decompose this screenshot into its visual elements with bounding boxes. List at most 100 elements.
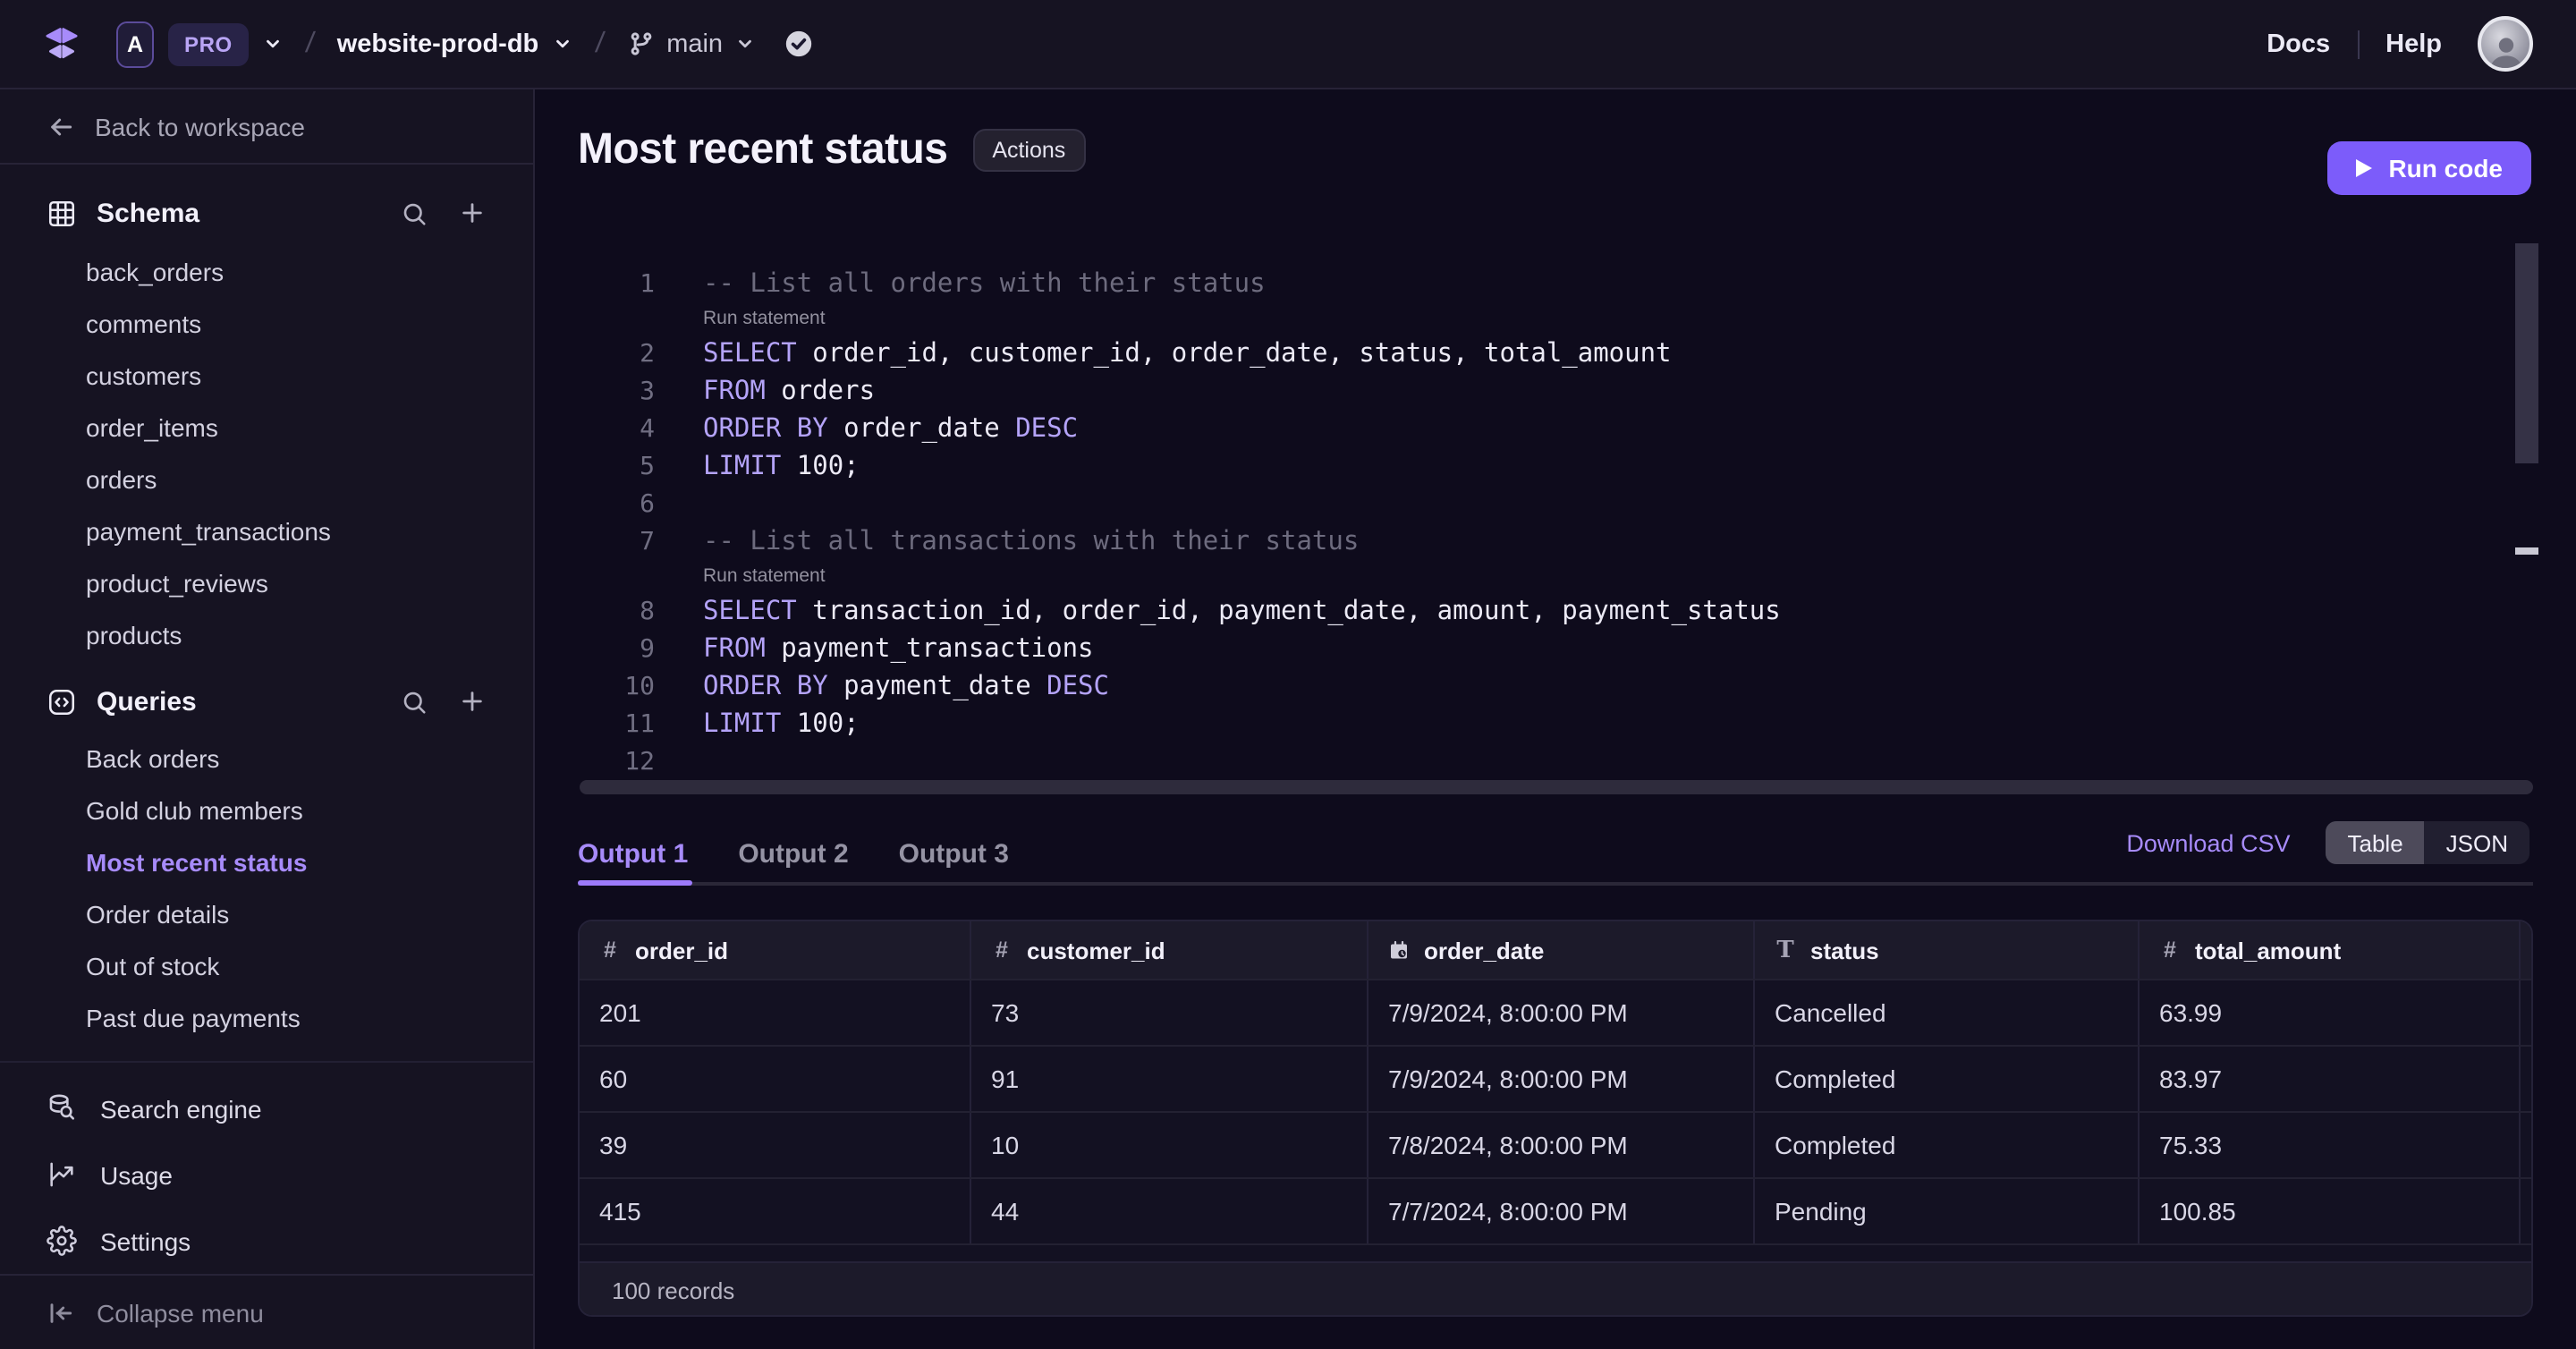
table-row[interactable]: 201 73 7/9/2024, 8:00:00 PM Cancelled 63.99: [580, 979, 2531, 1045]
top-bar: A PRO / website-prod-db / main Docs Help: [0, 0, 2576, 89]
table-cell[interactable]: 10: [970, 1113, 1367, 1177]
sidebar-table-orders[interactable]: orders: [0, 454, 533, 506]
sidebar-item-settings[interactable]: Settings: [0, 1208, 533, 1274]
table-row[interactable]: 39 10 7/8/2024, 8:00:00 PM Completed 75.33: [580, 1111, 2531, 1177]
tab-output-2[interactable]: Output 2: [738, 838, 848, 869]
run-code-button[interactable]: Run code: [2327, 141, 2531, 195]
sidebar-query-most-recent-status[interactable]: Most recent status: [0, 837, 533, 889]
table-cell[interactable]: Completed: [1753, 1113, 2138, 1177]
workspace-badge[interactable]: A: [116, 21, 154, 67]
table-cell[interactable]: Cancelled: [1753, 980, 2138, 1045]
table-cell[interactable]: 44: [970, 1179, 1367, 1243]
table-cell[interactable]: 73: [970, 980, 1367, 1045]
run-statement-label: Run statement: [703, 565, 826, 587]
sidebar-table-customers[interactable]: customers: [0, 351, 533, 403]
help-link[interactable]: Help: [2385, 30, 2442, 58]
tab-output-3[interactable]: Output 3: [899, 838, 1009, 869]
table-cell[interactable]: 39: [580, 1113, 970, 1177]
code-line[interactable]: 11 LIMIT 100;: [537, 705, 2529, 742]
sidebar-table-products[interactable]: products: [0, 610, 533, 662]
column-header-order-id[interactable]: # order_id: [580, 921, 970, 979]
schema-grid-icon: [48, 199, 75, 226]
branch-selector[interactable]: main: [627, 30, 755, 58]
sidebar-query-past-due-payments[interactable]: Past due payments: [0, 993, 533, 1045]
table-scroll-gutter: [2519, 980, 2531, 1045]
table-cell[interactable]: 7/9/2024, 8:00:00 PM: [1367, 980, 1753, 1045]
code-line[interactable]: 1 -- List all orders with their status: [537, 265, 2529, 302]
chevron-down-icon[interactable]: [263, 34, 283, 54]
results-table: # order_id # customer_id order_date Tstatus # t…: [578, 920, 2533, 1317]
line-number: 4: [640, 414, 655, 443]
column-header-order-date[interactable]: order_date: [1367, 921, 1753, 979]
table-cell[interactable]: 7/8/2024, 8:00:00 PM: [1367, 1113, 1753, 1177]
code-line[interactable]: 8 SELECT transaction_id, order_id, paymen…: [537, 592, 2529, 630]
code-line[interactable]: 12: [537, 742, 2529, 780]
table-cell[interactable]: Completed: [1753, 1047, 2138, 1111]
run-code-label: Run code: [2388, 154, 2503, 182]
sidebar-table-product-reviews[interactable]: product_reviews: [0, 558, 533, 610]
outerbase-logo-icon[interactable]: [43, 25, 80, 63]
column-header-status[interactable]: Tstatus: [1753, 921, 2138, 979]
editor-vertical-scrollbar[interactable]: [2514, 243, 2538, 463]
table-cell[interactable]: 201: [580, 980, 970, 1045]
table-cell[interactable]: Pending: [1753, 1179, 2138, 1243]
table-cell[interactable]: 7/7/2024, 8:00:00 PM: [1367, 1179, 1753, 1243]
code-line[interactable]: 5 LIMIT 100;: [537, 447, 2529, 485]
sidebar-table-payment-transactions[interactable]: payment_transactions: [0, 506, 533, 558]
docs-link[interactable]: Docs: [2267, 30, 2330, 58]
table-cell[interactable]: 63.99: [2138, 980, 2519, 1045]
code-line[interactable]: 4 ORDER BY order_date DESC: [537, 410, 2529, 447]
table-row[interactable]: 415 44 7/7/2024, 8:00:00 PM Pending 100.85: [580, 1177, 2531, 1243]
sidebar-query-gold-club-members[interactable]: Gold club members: [0, 785, 533, 837]
add-table-icon[interactable]: [458, 199, 487, 227]
view-toggle: Table JSON: [2326, 821, 2529, 864]
column-header-total-amount[interactable]: # total_amount: [2138, 921, 2519, 979]
sidebar-item-search-engine[interactable]: Search engine: [0, 1075, 533, 1141]
user-avatar[interactable]: [2478, 16, 2533, 72]
sidebar-query-order-details[interactable]: Order details: [0, 889, 533, 941]
sidebar-table-comments[interactable]: comments: [0, 299, 533, 351]
run-statement-button[interactable]: Run statement: [537, 302, 2529, 335]
page-title: Most recent status: [578, 125, 948, 174]
search-schema-icon[interactable]: [401, 199, 428, 226]
sql-editor[interactable]: 1 -- List all orders with their status Run…: [537, 265, 2529, 780]
table-cell[interactable]: 60: [580, 1047, 970, 1111]
editor-horizontal-scrollbar[interactable]: [580, 780, 2533, 794]
code-line[interactable]: 2 SELECT order_id, customer_id, order_dat…: [537, 335, 2529, 372]
table-cell[interactable]: 415: [580, 1179, 970, 1243]
sidebar-table-order-items[interactable]: order_items: [0, 403, 533, 454]
sidebar-query-out-of-stock[interactable]: Out of stock: [0, 941, 533, 993]
chevron-down-icon[interactable]: [553, 34, 572, 54]
database-name[interactable]: website-prod-db: [337, 30, 539, 58]
tab-output-1[interactable]: Output 1: [578, 838, 688, 869]
search-queries-icon[interactable]: [401, 688, 428, 715]
code-line[interactable]: 7 -- List all transactions with their sta…: [537, 522, 2529, 560]
code-text: LIMIT 100;: [703, 709, 860, 738]
sidebar-divider: [0, 1061, 533, 1063]
download-csv-link[interactable]: Download CSV: [2126, 829, 2290, 856]
code-line[interactable]: 6: [537, 485, 2529, 522]
code-line[interactable]: 9 FROM payment_transactions: [537, 630, 2529, 667]
code-line[interactable]: 10 ORDER BY payment_date DESC: [537, 667, 2529, 705]
table-cell[interactable]: 91: [970, 1047, 1367, 1111]
add-query-icon[interactable]: [458, 687, 487, 716]
line-number: 7: [640, 527, 655, 556]
column-header-customer-id[interactable]: # customer_id: [970, 921, 1367, 979]
code-line[interactable]: 3 FROM orders: [537, 372, 2529, 410]
table-cell[interactable]: 100.85: [2138, 1179, 2519, 1243]
sidebar-table-back-orders[interactable]: back_orders: [0, 247, 533, 299]
run-statement-button[interactable]: Run statement: [537, 560, 2529, 592]
table-cell[interactable]: 7/9/2024, 8:00:00 PM: [1367, 1047, 1753, 1111]
view-toggle-json[interactable]: JSON: [2425, 821, 2529, 864]
code-text: SELECT transaction_id, order_id, payment…: [703, 597, 1781, 625]
table-row[interactable]: 60 91 7/9/2024, 8:00:00 PM Completed 83.97: [580, 1045, 2531, 1111]
collapse-menu-button[interactable]: Collapse menu: [0, 1274, 533, 1349]
table-scroll-gutter: [2519, 1113, 2531, 1177]
table-cell[interactable]: 83.97: [2138, 1047, 2519, 1111]
view-toggle-table[interactable]: Table: [2326, 821, 2425, 864]
sidebar-item-usage[interactable]: Usage: [0, 1141, 533, 1208]
actions-button[interactable]: Actions: [972, 129, 1086, 172]
back-to-workspace-button[interactable]: Back to workspace: [0, 89, 533, 165]
sidebar-query-back-orders[interactable]: Back orders: [0, 734, 533, 785]
table-cell[interactable]: 75.33: [2138, 1113, 2519, 1177]
